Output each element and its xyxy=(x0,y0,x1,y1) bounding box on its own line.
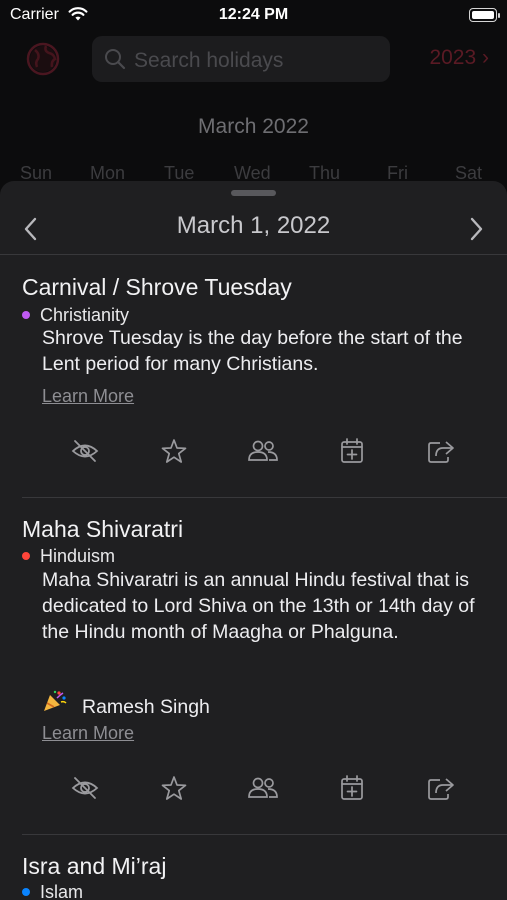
next-day-button[interactable] xyxy=(461,214,491,244)
learn-more-link[interactable]: Learn More xyxy=(42,386,134,407)
date-header: March 1, 2022 xyxy=(0,206,507,254)
battery-icon xyxy=(469,8,500,22)
add-to-calendar-button[interactable] xyxy=(334,433,370,469)
action-row xyxy=(0,433,507,473)
religion-label: Christianity xyxy=(22,305,129,326)
holiday-title: Carnival / Shrove Tuesday xyxy=(22,274,292,300)
entry-divider xyxy=(22,497,507,498)
month-title: March 2022 xyxy=(198,115,309,138)
hide-icon xyxy=(71,440,99,462)
hide-button[interactable] xyxy=(67,770,103,806)
favorite-button[interactable] xyxy=(156,433,192,469)
header-divider xyxy=(0,254,507,255)
chevron-right-icon: › xyxy=(482,46,489,69)
favorite-button[interactable] xyxy=(156,770,192,806)
next-year-button[interactable]: 2023 › xyxy=(429,46,489,70)
religion-name: Christianity xyxy=(40,305,130,325)
people-icon xyxy=(248,777,278,798)
religion-name: Islam xyxy=(40,882,84,900)
attendee-row: Ramesh Singh xyxy=(42,689,210,719)
share-icon xyxy=(428,441,454,463)
holiday-detail-sheet: March 1, 2022 Carnival / Shrove Tuesday … xyxy=(0,181,507,900)
share-icon xyxy=(428,778,454,800)
star-icon xyxy=(161,439,187,463)
entry-divider xyxy=(22,834,507,835)
action-row xyxy=(0,770,507,810)
globe-icon[interactable] xyxy=(26,42,60,76)
share-with-people-button[interactable] xyxy=(245,770,281,806)
status-bar: Carrier 12:24 PM xyxy=(0,0,507,32)
people-icon xyxy=(248,440,278,461)
star-icon xyxy=(161,776,187,800)
religion-dot xyxy=(22,888,30,896)
attendee-name: Ramesh Singh xyxy=(82,696,210,718)
religion-dot xyxy=(22,311,30,319)
learn-more-link[interactable]: Learn More xyxy=(42,723,134,744)
year-label: 2023 xyxy=(429,46,477,69)
sheet-grabber[interactable] xyxy=(231,190,276,196)
chevron-right-icon xyxy=(470,217,483,241)
share-with-people-button[interactable] xyxy=(245,433,281,469)
hide-icon xyxy=(71,777,99,799)
holiday-description: Shrove Tuesday is the day before the sta… xyxy=(42,327,463,375)
holiday-description: Maha Shivaratri is an annual Hindu festi… xyxy=(42,569,475,643)
add-to-calendar-button[interactable] xyxy=(334,770,370,806)
holiday-title: Maha Shivaratri xyxy=(22,516,184,542)
search-input[interactable]: Search holidays xyxy=(92,36,390,82)
religion-name: Hinduism xyxy=(40,546,116,566)
date-title: March 1, 2022 xyxy=(176,212,331,239)
status-time: 12:24 PM xyxy=(218,6,289,23)
search-icon xyxy=(104,48,126,75)
share-button[interactable] xyxy=(423,770,459,806)
calendar-add-icon xyxy=(341,438,363,463)
share-button[interactable] xyxy=(423,433,459,469)
hide-button[interactable] xyxy=(67,433,103,469)
calendar-add-icon xyxy=(341,775,363,800)
religion-label: Islam xyxy=(22,882,83,900)
search-placeholder: Search holidays xyxy=(134,49,284,72)
holiday-title: Isra and Mi’raj xyxy=(22,853,167,879)
religion-label: Hinduism xyxy=(22,546,115,567)
party-popper-icon xyxy=(42,689,68,719)
religion-dot xyxy=(22,552,30,560)
